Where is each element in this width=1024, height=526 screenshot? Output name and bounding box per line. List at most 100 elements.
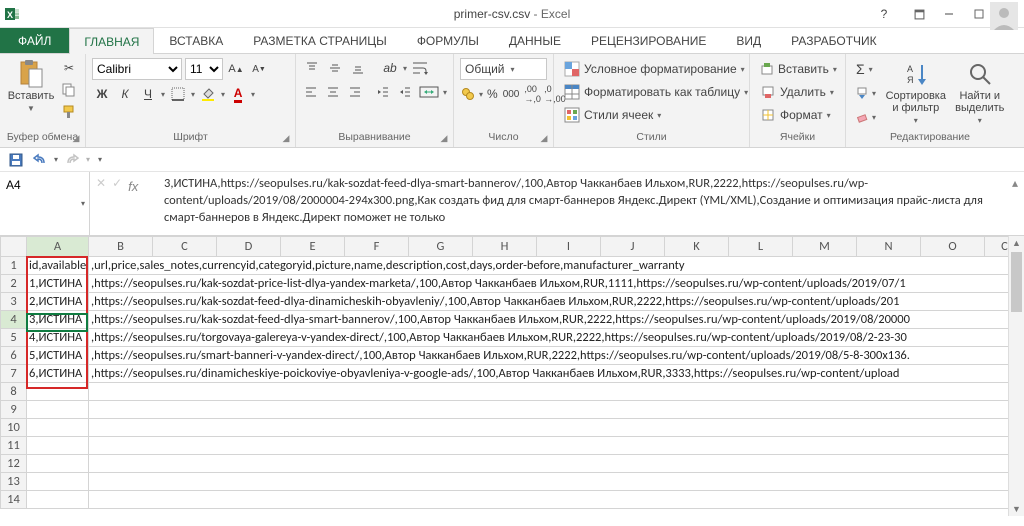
tab-developer[interactable]: РАЗРАБОТЧИК [776,28,892,53]
enter-formula-icon[interactable]: ✓ [112,176,122,190]
sort-filter-button[interactable]: AЯ Сортировка и фильтр▾ [883,58,949,127]
cell[interactable] [27,437,89,455]
currency-button[interactable] [460,84,476,104]
row-header[interactable]: 4 [1,311,27,329]
align-top-button[interactable] [302,58,322,78]
italic-button[interactable]: К [115,84,135,104]
format-as-table-button[interactable]: Форматировать как таблицу▾ [560,81,743,103]
redo-button[interactable] [62,150,82,170]
minimize-icon[interactable] [934,0,964,28]
collapse-formula-bar-icon[interactable]: ▴ [1006,172,1024,235]
cell[interactable]: ,https://seopulses.ru/kak-sozdat-price-l… [89,275,1024,293]
row-header[interactable]: 11 [1,437,27,455]
tab-page-layout[interactable]: РАЗМЕТКА СТРАНИЦЫ [238,28,402,53]
paste-button[interactable]: Вставить ▼ [6,58,56,115]
cell[interactable]: ,https://seopulses.ru/smart-banneri-v-ya… [89,347,1024,365]
dialog-launcher-icon[interactable]: ◢ [70,132,82,144]
row-header[interactable]: 1 [1,257,27,275]
name-box[interactable]: ▾ [0,172,90,235]
row-header[interactable]: 9 [1,401,27,419]
col-header[interactable]: G [409,237,473,257]
increase-indent-button[interactable] [396,82,415,102]
align-middle-button[interactable] [325,58,345,78]
undo-button[interactable] [30,150,50,170]
font-name-input[interactable]: Calibri [92,58,182,80]
cell[interactable] [27,455,89,473]
save-button[interactable] [6,150,26,170]
bold-button[interactable]: Ж [92,84,112,104]
chevron-down-icon[interactable]: ▾ [403,64,407,73]
cell[interactable] [27,473,89,491]
borders-button[interactable] [168,84,188,104]
align-right-button[interactable] [346,82,365,102]
cell[interactable]: 6,ИСТИНА [27,365,89,383]
chevron-down-icon[interactable]: ▾ [479,90,483,99]
ribbon-display-options-icon[interactable] [904,0,934,28]
increase-decimal-button[interactable]: ,00→,0 [523,84,542,104]
chevron-down-icon[interactable]: ▾ [221,90,225,99]
decrease-font-button[interactable]: A▼ [249,59,269,79]
align-center-button[interactable] [324,82,343,102]
find-select-button[interactable]: Найти и выделить▾ [952,58,1008,127]
cell[interactable] [89,401,1024,419]
col-header[interactable]: O [921,237,985,257]
col-header[interactable]: I [537,237,601,257]
fill-color-button[interactable] [198,84,218,104]
user-avatar[interactable] [990,2,1018,30]
cell[interactable]: 4,ИСТИНА [27,329,89,347]
delete-cells-button[interactable]: Удалить▾ [756,81,839,103]
col-header[interactable]: B [89,237,153,257]
font-size-input[interactable]: 11 [185,58,223,80]
orientation-button[interactable]: ab [380,58,400,78]
increase-font-button[interactable]: A▲ [226,59,246,79]
row-header[interactable]: 7 [1,365,27,383]
fx-icon[interactable]: fx [128,176,138,194]
cell[interactable] [89,473,1024,491]
select-all-button[interactable] [1,237,27,257]
col-header[interactable]: F [345,237,409,257]
col-header[interactable]: K [665,237,729,257]
col-header[interactable]: E [281,237,345,257]
format-painter-button[interactable] [59,102,79,122]
row-header[interactable]: 2 [1,275,27,293]
tab-insert[interactable]: ВСТАВКА [154,28,238,53]
row-header[interactable]: 3 [1,293,27,311]
chevron-down-icon[interactable]: ▾ [251,90,255,99]
row-header[interactable]: 6 [1,347,27,365]
format-cells-button[interactable]: Формат▾ [756,104,839,126]
row-header[interactable]: 10 [1,419,27,437]
tab-data[interactable]: ДАННЫЕ [494,28,576,53]
chevron-down-icon[interactable]: ▾ [54,155,58,164]
chevron-down-icon[interactable]: ▾ [81,199,85,208]
scroll-down-icon[interactable]: ▼ [1009,502,1024,516]
dialog-launcher-icon[interactable]: ◢ [280,132,292,144]
row-header[interactable]: 8 [1,383,27,401]
decrease-indent-button[interactable] [374,82,393,102]
name-box-input[interactable] [4,176,81,194]
scrollbar-thumb[interactable] [1011,252,1022,312]
col-header[interactable]: D [217,237,281,257]
cell[interactable] [89,419,1024,437]
scroll-up-icon[interactable]: ▲ [1009,236,1024,250]
copy-button[interactable] [59,80,79,100]
cell[interactable] [27,491,89,509]
row-header[interactable]: 12 [1,455,27,473]
cell[interactable]: ,https://seopulses.ru/dinamicheskiye-poi… [89,365,1024,383]
thousands-button[interactable]: 000 [502,84,521,104]
conditional-formatting-button[interactable]: Условное форматирование▾ [560,58,743,80]
percent-button[interactable]: % [486,84,499,104]
tab-review[interactable]: РЕЦЕНЗИРОВАНИЕ [576,28,721,53]
cell[interactable]: ,https://seopulses.ru/kak-sozdat-feed-dl… [89,293,1024,311]
cell-styles-button[interactable]: Стили ячеек▾ [560,104,743,126]
row-header[interactable]: 13 [1,473,27,491]
file-tab[interactable]: ФАЙЛ [0,28,69,53]
dialog-launcher-icon[interactable]: ◢ [538,132,550,144]
cell[interactable]: ,url,price,sales_notes,currencyid,catego… [89,257,1024,275]
chevron-down-icon[interactable]: ▾ [443,88,447,97]
font-color-button[interactable]: A [228,84,248,104]
cell[interactable]: 2,ИСТИНА [27,293,89,311]
align-left-button[interactable] [302,82,321,102]
tab-formulas[interactable]: ФОРМУЛЫ [402,28,494,53]
cell[interactable]: 3,ИСТИНА [27,311,89,329]
col-header[interactable]: C [153,237,217,257]
